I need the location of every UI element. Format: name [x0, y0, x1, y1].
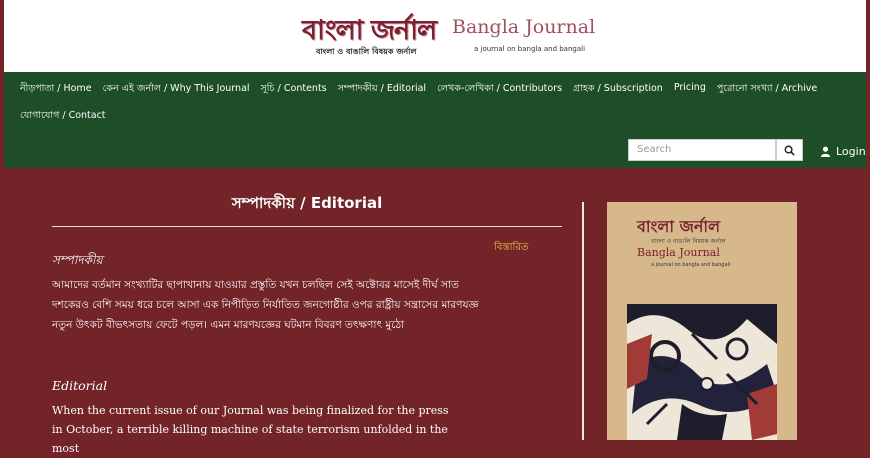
nav-row-2: যোগাযোগ / Contact: [20, 109, 117, 124]
nav-item-contributors[interactable]: লেখক-লেখিকা / Contributors: [437, 82, 562, 97]
nav-item-pricing[interactable]: Pricing: [674, 82, 706, 97]
site-header: বাংলা জর্নাল বাংলা ও বাঙালি বিষয়ক জর্না…: [4, 0, 866, 72]
english-editorial-heading: Editorial: [52, 378, 108, 393]
page-title: সম্পাদকীয় / Editorial: [231, 194, 383, 212]
search-icon: [784, 145, 795, 156]
cover-artwork: [627, 304, 777, 440]
nav-item-why-this-journal[interactable]: কেন এই জর্নাল / Why This Journal: [103, 82, 250, 97]
nav-item-archive[interactable]: পুরোনো সংখ্যা / Archive: [717, 82, 817, 97]
read-more-link[interactable]: বিস্তারিত: [494, 240, 528, 257]
title-divider: [52, 226, 562, 227]
search-input[interactable]: Search: [628, 139, 776, 161]
logo-english-title: Bangla Journal: [452, 16, 596, 38]
journal-cover-image[interactable]: বাংলা জর্নাল বাংলা ও বাঙালি বিষয়ক জর্না…: [607, 202, 797, 440]
nav-item-contents[interactable]: সূচি / Contents: [261, 82, 327, 97]
nav-item-contact[interactable]: যোগাযোগ / Contact: [20, 109, 106, 124]
user-icon: [820, 146, 831, 157]
bengali-editorial-paragraph: আমাদের বর্তমান সংখ্যাটির ছাপাখানায় যাওয…: [52, 279, 479, 331]
login-label: Login: [836, 145, 866, 158]
bengali-editorial-heading: সম্পাদকীয়: [52, 253, 103, 267]
cover-english-subtitle: a journal on bangla and bangali: [651, 262, 731, 268]
main-navigation: নীড়পাতা / Home কেন এই জর্নাল / Why This…: [4, 72, 866, 168]
nav-item-home[interactable]: নীড়পাতা / Home: [20, 82, 92, 97]
logo-bengali-subtitle: বাংলা ও বাঙালি বিষয়ক জর্নাল: [316, 47, 417, 56]
nav-item-subscription[interactable]: গ্রাহক / Subscription: [573, 82, 663, 97]
nav-item-editorial[interactable]: সম্পাদকীয় / Editorial: [338, 82, 426, 97]
cover-english-title: Bangla Journal: [637, 246, 720, 259]
logo-english-subtitle: a journal on bangla and bangali: [474, 45, 586, 53]
column-divider: [582, 202, 584, 440]
search-button[interactable]: [776, 139, 803, 161]
site-logo[interactable]: বাংলা জর্নাল বাংলা ও বাঙালি বিষয়ক জর্না…: [302, 10, 602, 68]
login-link[interactable]: Login: [820, 145, 866, 158]
nav-row-1: নীড়পাতা / Home কেন এই জর্নাল / Why This…: [20, 82, 828, 97]
english-editorial-paragraph: When the current issue of our Journal wa…: [52, 404, 449, 455]
